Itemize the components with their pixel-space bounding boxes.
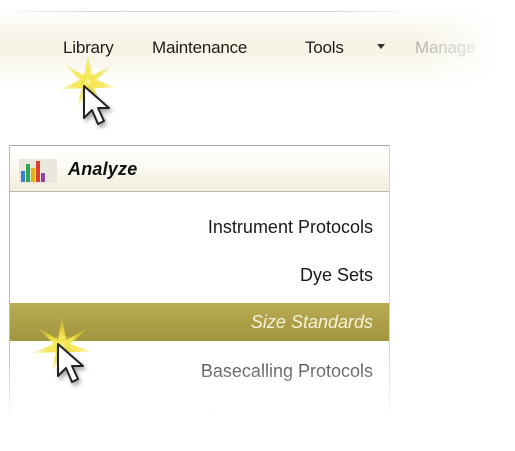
top-menu-bar: Library Maintenance Tools Manage bbox=[0, 0, 515, 100]
menu-tools[interactable]: Tools bbox=[305, 38, 344, 58]
tools-dropdown-caret-icon[interactable] bbox=[377, 44, 385, 49]
panel-item-label: Size Standards bbox=[250, 312, 373, 332]
menu-manage[interactable]: Manage bbox=[415, 38, 475, 58]
panel-item-label: Dye Sets bbox=[299, 265, 373, 285]
panel-item-basecalling-protocols[interactable]: Basecalling Protocols bbox=[10, 351, 389, 391]
panel-item-label: Basecalling Protocols bbox=[200, 361, 373, 381]
panel-item-size-standards[interactable]: Size Standards bbox=[10, 303, 389, 341]
panel-title: Analyze bbox=[68, 159, 138, 179]
menu-library[interactable]: Library bbox=[63, 38, 114, 58]
panel-item-label: Instrument Protocols bbox=[207, 217, 373, 237]
panel-item-dye-sets[interactable]: Dye Sets bbox=[10, 255, 389, 295]
menu-bar-top-divider bbox=[0, 11, 420, 12]
mouse-cursor-icon bbox=[83, 85, 110, 125]
bar-chart-icon bbox=[19, 159, 57, 183]
analyze-panel: Analyze Instrument Protocols Dye Sets Si… bbox=[9, 145, 390, 445]
menu-maintenance[interactable]: Maintenance bbox=[152, 38, 247, 58]
panel-item-label: Sizecalling Protocols bbox=[206, 407, 373, 427]
panel-item-instrument-protocols[interactable]: Instrument Protocols bbox=[10, 207, 389, 247]
panel-item-sizecalling-protocols[interactable]: Sizecalling Protocols bbox=[10, 397, 389, 437]
analyze-panel-header[interactable]: Analyze bbox=[10, 145, 389, 192]
